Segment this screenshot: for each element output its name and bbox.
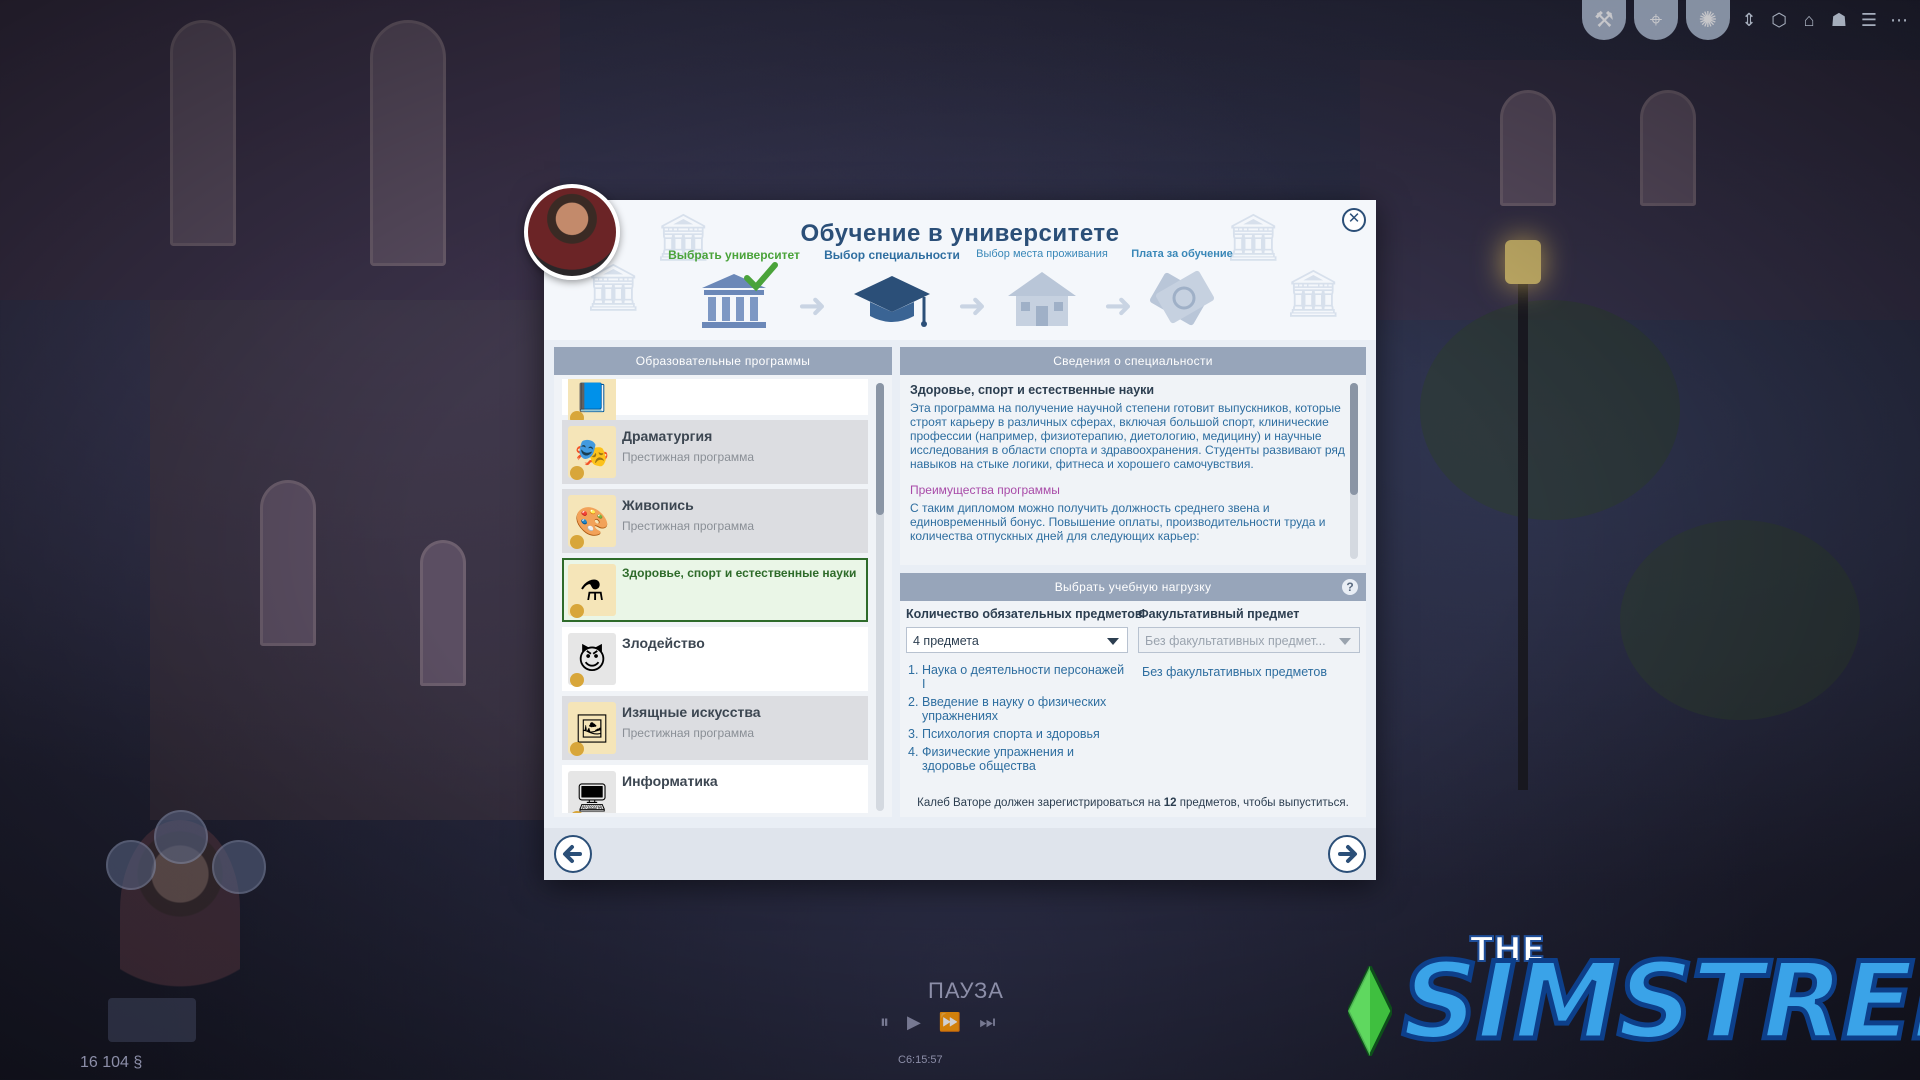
more-icon[interactable]: ⋯ <box>1888 9 1910 31</box>
chevron-down-icon <box>1107 638 1119 645</box>
game-clock: С6:15:57 <box>898 1054 943 1066</box>
next-button[interactable] <box>1328 835 1366 873</box>
pause-label: ПАУЗА <box>928 978 1004 1003</box>
university-enrollment-dialog: 🏛 🏛 🏛 🏛 Обучение в университете Выбрать … <box>524 184 1376 880</box>
programs-list[interactable]: 📘 🎭 Драматургия Престижная программа 🎨 Ж… <box>562 379 868 813</box>
step-choose-university: Выбрать университет <box>664 248 804 334</box>
dialog-header: 🏛 🏛 🏛 🏛 Обучение в университете Выбрать … <box>544 200 1376 340</box>
course-item: 2. Введение в науку о физических упражнен… <box>908 695 1107 723</box>
back-button[interactable] <box>554 835 592 873</box>
lightbulb-icon[interactable]: ✺ <box>1686 0 1730 40</box>
play-icon[interactable]: ▶ <box>907 1012 921 1033</box>
program-item[interactable]: 📘 <box>562 379 868 425</box>
programs-header: Образовательные программы <box>554 347 892 375</box>
thought-bubble-icon <box>154 810 208 864</box>
money-icon <box>1142 266 1222 332</box>
help-icon[interactable]: ? <box>1342 579 1358 595</box>
household-funds: 16 104 § <box>80 1054 143 1071</box>
programs-scrollbar[interactable] <box>876 383 884 811</box>
step-choose-housing: Выбор места проживания <box>972 248 1112 332</box>
map-icon[interactable]: ⌖ <box>1634 0 1678 40</box>
thought-bubble-icon <box>106 840 156 890</box>
program-item-drama[interactable]: 🎭 Драматургия Престижная программа <box>562 420 868 484</box>
course-item: 3. Психология спорта и здоровья <box>908 727 1100 741</box>
program-item-fine-arts[interactable]: 🖼 Изящные искусства Престижная программа <box>562 696 868 760</box>
major-description: Эта программа на получение научной степе… <box>910 401 1345 471</box>
step-choose-major: Выбор специальности <box>822 248 962 334</box>
close-button[interactable]: ✕ <box>1342 208 1366 232</box>
flask-icon: ⚗ <box>568 564 616 618</box>
dialog-nav-bar <box>544 828 1376 880</box>
program-item-health-sport-science[interactable]: ⚗ Здоровье, спорт и естественные науки <box>562 558 868 622</box>
checkmark-icon <box>744 262 778 292</box>
program-item-villainy[interactable]: 😈 Злодейство <box>562 627 868 691</box>
plumbob-icon <box>1348 966 1392 1056</box>
home-icon[interactable]: ⌂ <box>1798 9 1820 31</box>
elective-label: Факультативный предмет <box>1138 607 1300 621</box>
graduation-cap-icon <box>852 268 932 334</box>
scrollbar-thumb[interactable] <box>1350 383 1358 495</box>
devil-icon: 😈 <box>568 633 616 687</box>
bg-building-icon: 🏛 <box>1284 267 1343 319</box>
painting-icon: 🖼 <box>568 702 616 756</box>
advantages-text: С таким дипломом можно получить должност… <box>910 501 1326 543</box>
program-item-painting[interactable]: 🎨 Живопись Престижная программа <box>562 489 868 553</box>
required-count-dropdown[interactable]: 4 предмета <box>906 627 1128 653</box>
programs-panel: Образовательные программы 📘 🎭 Драматурги… <box>554 347 892 817</box>
palette-icon: 🎨 <box>568 495 616 549</box>
elective-value: Без факультативных предметов <box>1142 665 1327 679</box>
simstree-watermark-logo: THE SIMSTREE <box>1340 929 1920 1070</box>
arrow-left-icon <box>563 845 582 863</box>
build-tools-icon[interactable]: ⚒ <box>1582 0 1626 40</box>
advantages-title: Преимущества программы <box>910 483 1060 497</box>
dialog-title: Обучение в университете <box>800 220 1120 247</box>
graduation-requirement-note: Калеб Ваторе должен зарегистрироваться н… <box>917 797 1349 809</box>
house-icon <box>1002 266 1082 332</box>
floor-up-down-icon[interactable]: ⇕ <box>1738 9 1760 31</box>
needs-panel[interactable] <box>108 998 196 1042</box>
menu-icon[interactable]: ☰ <box>1858 9 1880 31</box>
university-building-icon <box>694 262 778 334</box>
info-scrollbar[interactable] <box>1350 383 1358 559</box>
major-info-header: Сведения о специальности <box>900 347 1366 375</box>
household-icon[interactable]: ☗ <box>1828 9 1850 31</box>
course-item: 1. Наука о деятельности персонажей I <box>908 663 1125 691</box>
top-hud: ⚒ ⌖ ✺ ⇕ ⬡ ⌂ ☗ ☰ ⋯ <box>1572 0 1920 40</box>
arrow-right-icon <box>1338 845 1357 863</box>
enrollment-steps: Выбрать университет ➜ Выбор специальност… <box>668 248 1272 338</box>
major-title: Здоровье, спорт и естественные науки <box>910 383 1155 397</box>
thought-bubble-icon <box>212 840 266 894</box>
program-item-computer-science[interactable]: 🖥 Информатика <box>562 765 868 813</box>
book-icon: 📘 <box>568 379 616 425</box>
major-info-panel: Сведения о специальности Здоровье, спорт… <box>900 347 1366 565</box>
required-courses-label: Количество обязательных предметов <box>906 607 1143 621</box>
step-tuition: Плата за обучение <box>1112 248 1252 332</box>
speed-controls: ⏸ ▶ ⏩ ⏭ <box>880 1012 995 1033</box>
course-load-header: Выбрать учебную нагрузку <box>900 573 1366 601</box>
course-item: 4. Физические упражнения и здоровье общес… <box>908 745 1075 773</box>
camera-icon[interactable]: ⬡ <box>1768 9 1790 31</box>
major-info-body: Здоровье, спорт и естественные науки Эта… <box>910 383 1346 561</box>
sim-avatar <box>524 184 620 280</box>
fast-forward-icon[interactable]: ⏩ <box>939 1012 961 1033</box>
required-courses-list: 1. Наука о деятельности персонажей I 2. Вв… <box>908 663 1128 777</box>
course-load-panel: Выбрать учебную нагрузку ? Количество об… <box>900 573 1366 817</box>
monitor-icon: 🖥 <box>568 771 616 813</box>
scrollbar-thumb[interactable] <box>876 383 884 515</box>
elective-dropdown[interactable]: Без факультативных предмет... <box>1138 627 1360 653</box>
ultra-speed-icon[interactable]: ⏭ <box>979 1012 995 1033</box>
theatre-masks-icon: 🎭 <box>568 426 616 480</box>
chevron-down-icon <box>1339 638 1351 645</box>
pause-icon[interactable]: ⏸ <box>880 1012 889 1033</box>
details-column: Сведения о специальности Здоровье, спорт… <box>900 347 1366 817</box>
